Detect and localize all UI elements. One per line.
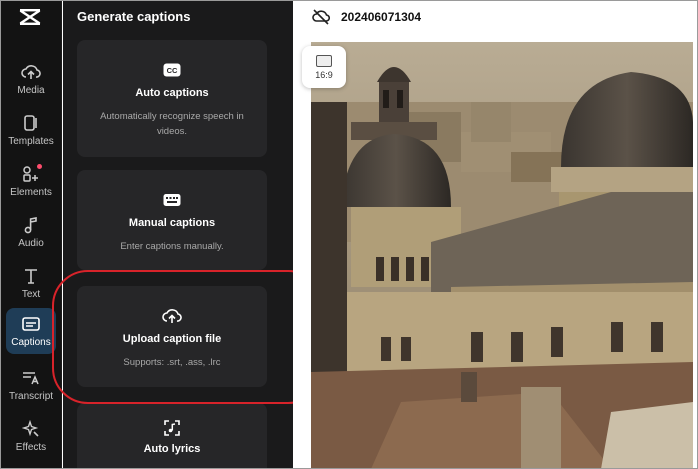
- card-title: Auto lyrics: [143, 443, 201, 455]
- ratio-icon: [316, 54, 332, 67]
- rail-label: Captions: [11, 337, 51, 348]
- card-title: Upload caption file: [122, 333, 222, 345]
- rail-item-captions[interactable]: Captions: [6, 308, 56, 354]
- cloud-off-icon[interactable]: [312, 8, 331, 26]
- svg-text:CC: CC: [167, 66, 178, 75]
- upload-caption-file-card[interactable]: Upload caption file Supports: .srt, .ass…: [77, 286, 267, 387]
- cloud-upload-icon: [21, 62, 41, 82]
- transcript-icon: [21, 368, 41, 388]
- aspect-ratio-button[interactable]: 16:9: [302, 46, 346, 88]
- video-frame-image: [311, 42, 693, 469]
- rail-label: Text: [21, 289, 41, 300]
- rail-item-audio[interactable]: Audio: [6, 209, 56, 253]
- rail-item-templates[interactable]: Templates: [6, 107, 56, 151]
- elements-icon: [21, 164, 42, 184]
- notification-dot: [37, 164, 42, 169]
- project-header: 202406071304: [293, 0, 698, 40]
- capcut-logo-icon[interactable]: [16, 4, 44, 30]
- auto-lyrics-card[interactable]: Auto lyrics: [77, 403, 267, 469]
- cc-icon: CC: [162, 61, 182, 79]
- captions-panel: Generate captions CC Auto captions Autom…: [63, 0, 293, 469]
- effects-icon: [21, 419, 41, 439]
- rail-label: Elements: [10, 187, 52, 198]
- rail-item-text[interactable]: Text: [6, 260, 56, 304]
- rail-label: Audio: [18, 238, 44, 249]
- rail-item-elements[interactable]: Elements: [6, 158, 56, 202]
- rail-label: Templates: [8, 136, 54, 147]
- aspect-ratio-label: 16:9: [315, 69, 333, 80]
- music-note-icon: [21, 215, 41, 235]
- music-scan-icon: [162, 419, 182, 437]
- preview-canvas[interactable]: [293, 40, 698, 469]
- rail-item-media[interactable]: Media: [6, 56, 56, 100]
- templates-icon: [21, 113, 41, 133]
- card-description: Enter captions manually.: [120, 241, 224, 252]
- captions-icon: [21, 314, 41, 334]
- card-title: Auto captions: [135, 87, 209, 99]
- rail-item-effects[interactable]: Effects: [6, 413, 56, 457]
- rail-label: Transcript: [8, 391, 54, 402]
- card-description: Supports: .srt, .ass, .lrc: [123, 357, 221, 368]
- text-icon: [21, 266, 41, 286]
- manual-captions-card[interactable]: Manual captions Enter captions manually.: [77, 170, 267, 270]
- card-title: Manual captions: [128, 217, 216, 229]
- rail-label: Effects: [15, 442, 47, 453]
- panel-title: Generate captions: [77, 9, 191, 24]
- cloud-upload-icon: [162, 307, 182, 325]
- card-description: Automatically recognize speech in videos…: [100, 111, 244, 137]
- auto-captions-card[interactable]: CC Auto captions Automatically recognize…: [77, 40, 267, 157]
- project-name[interactable]: 202406071304: [341, 10, 421, 24]
- left-nav-rail: Media Templates Elements Audio Text Capt…: [0, 0, 62, 469]
- keyboard-icon: [162, 191, 182, 209]
- rail-item-transcript[interactable]: Transcript: [6, 362, 56, 406]
- rail-label: Media: [17, 85, 45, 96]
